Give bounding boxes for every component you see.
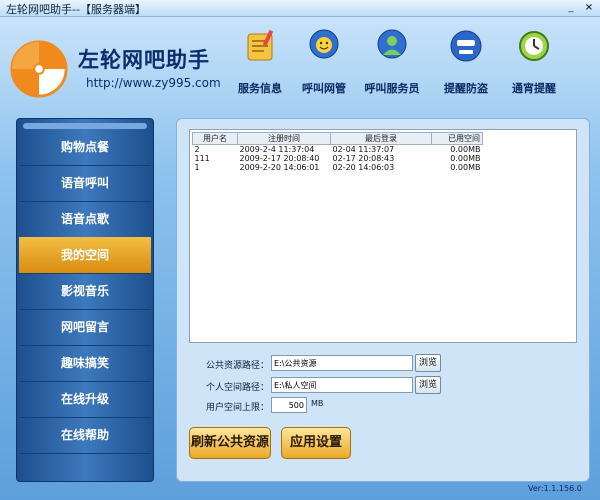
title-bar: 左轮网吧助手--【服务器端】 _ × (0, 0, 600, 17)
table-row[interactable]: 1 2009-2-20 14:06:01 02-20 14:06:03 0.00… (193, 163, 483, 172)
nav-service-info[interactable]: 服务信息 (230, 26, 290, 104)
column-header-registered[interactable]: 注册时间 (237, 132, 331, 145)
apply-settings-button[interactable]: 应用设置 (281, 427, 351, 459)
brand-name: 左轮网吧助手 (78, 47, 210, 72)
close-button[interactable]: × (582, 1, 596, 14)
notepad-icon (247, 29, 274, 61)
version-label: Ver:1.1.156.0 (528, 484, 582, 493)
logo-icon (10, 40, 68, 98)
sidebar-item-online-help[interactable]: 在线帮助 (19, 417, 151, 454)
sidebar-item-online-upgrade[interactable]: 在线升级 (19, 381, 151, 418)
minimize-button[interactable]: _ (564, 1, 578, 14)
private-path-input[interactable] (271, 377, 413, 393)
space-limit-input[interactable] (271, 397, 307, 413)
public-path-label: 公共资源路径： (205, 361, 269, 371)
public-path-row: 公共资源路径： 浏览 (189, 354, 579, 373)
cell-used-space: 0.00MB (450, 163, 481, 172)
header: 左轮网吧助手 http://www.zy995.com 服务信息 呼叫网管 呼叫… (0, 16, 600, 106)
nav-call-waiter[interactable]: 呼叫服务员 (362, 26, 422, 104)
private-path-label: 个人空间路径： (205, 383, 269, 393)
space-limit-unit: MB (311, 399, 324, 408)
column-header-username[interactable]: 用户名 (192, 132, 238, 145)
nav-label: 服务信息 (238, 82, 282, 95)
cell-username: 111 (194, 154, 210, 163)
guard-face-icon (450, 30, 482, 62)
space-limit-row: 用户空间上限： MB (189, 397, 579, 415)
smiley-bubble-icon (309, 29, 339, 59)
sidebar-item-fun[interactable]: 趣味搞笑 (19, 345, 151, 382)
column-header-last-login[interactable]: 最后登录 (330, 132, 432, 145)
user-space-list[interactable]: 用户名 注册时间 最后登录 已用空间 2 2009-2-4 11:37:04 0… (189, 129, 577, 343)
nav-label: 呼叫服务员 (364, 82, 420, 95)
cell-username: 2 (194, 145, 200, 154)
cell-last-login: 02-04 11:37:07 (332, 145, 395, 154)
cell-registered: 2009-2-4 11:37:04 (239, 145, 315, 154)
nav-anti-theft[interactable]: 提醒防盗 (436, 26, 496, 104)
table-row[interactable]: 111 2009-2-17 20:08:40 02-17 20:08:43 0.… (193, 154, 483, 163)
refresh-public-button[interactable]: 刷新公共资源 (189, 427, 271, 459)
cell-username: 1 (194, 163, 200, 172)
public-path-input[interactable] (271, 355, 413, 371)
sidebar-item-my-space[interactable]: 我的空间 (19, 237, 151, 274)
sidebar-item-song-request[interactable]: 语音点歌 (19, 201, 151, 238)
cell-registered: 2009-2-17 20:08:40 (239, 154, 320, 163)
sidebar: 购物点餐 语音呼叫 语音点歌 我的空间 影视音乐 网吧留言 趣味搞笑 在线升级 … (16, 118, 154, 482)
cell-used-space: 0.00MB (450, 145, 481, 154)
sidebar-item-video-music[interactable]: 影视音乐 (19, 273, 151, 310)
cell-last-login: 02-20 14:06:03 (332, 163, 395, 172)
cell-last-login: 02-17 20:08:43 (332, 154, 395, 163)
nav-overnight-reminder[interactable]: 通宵提醒 (504, 26, 564, 104)
user-table: 用户名 注册时间 最后登录 已用空间 2 2009-2-4 11:37:04 0… (192, 132, 483, 172)
sidebar-item-message-board[interactable]: 网吧留言 (19, 309, 151, 346)
table-row[interactable]: 2 2009-2-4 11:37:04 02-04 11:37:07 0.00M… (193, 145, 483, 154)
private-path-row: 个人空间路径： 浏览 (189, 376, 579, 395)
space-limit-label: 用户空间上限： (205, 403, 269, 413)
nav-label: 呼叫网管 (302, 82, 346, 95)
cell-used-space: 0.00MB (450, 154, 481, 163)
window-title: 左轮网吧助手--【服务器端】 (6, 3, 146, 16)
brand-url: http://www.zy995.com (86, 76, 221, 90)
browse-private-button[interactable]: 浏览 (415, 376, 441, 394)
nav-call-admin[interactable]: 呼叫网管 (294, 26, 354, 104)
cell-registered: 2009-2-20 14:06:01 (239, 163, 320, 172)
nav-label: 通宵提醒 (512, 82, 556, 95)
clock-icon (519, 31, 549, 61)
user-bubble-icon (377, 29, 407, 59)
nav-label: 提醒防盗 (444, 82, 488, 95)
column-header-used-space[interactable]: 已用空间 (431, 132, 483, 145)
main-panel: 用户名 注册时间 最后登录 已用空间 2 2009-2-4 11:37:04 0… (176, 118, 590, 482)
sidebar-item-voice-call[interactable]: 语音呼叫 (19, 165, 151, 202)
sidebar-item-shopping[interactable]: 购物点餐 (19, 129, 151, 166)
app-window: 左轮网吧助手--【服务器端】 _ × 左轮网吧助手 http://www.zy9… (0, 0, 600, 500)
browse-public-button[interactable]: 浏览 (415, 354, 441, 372)
